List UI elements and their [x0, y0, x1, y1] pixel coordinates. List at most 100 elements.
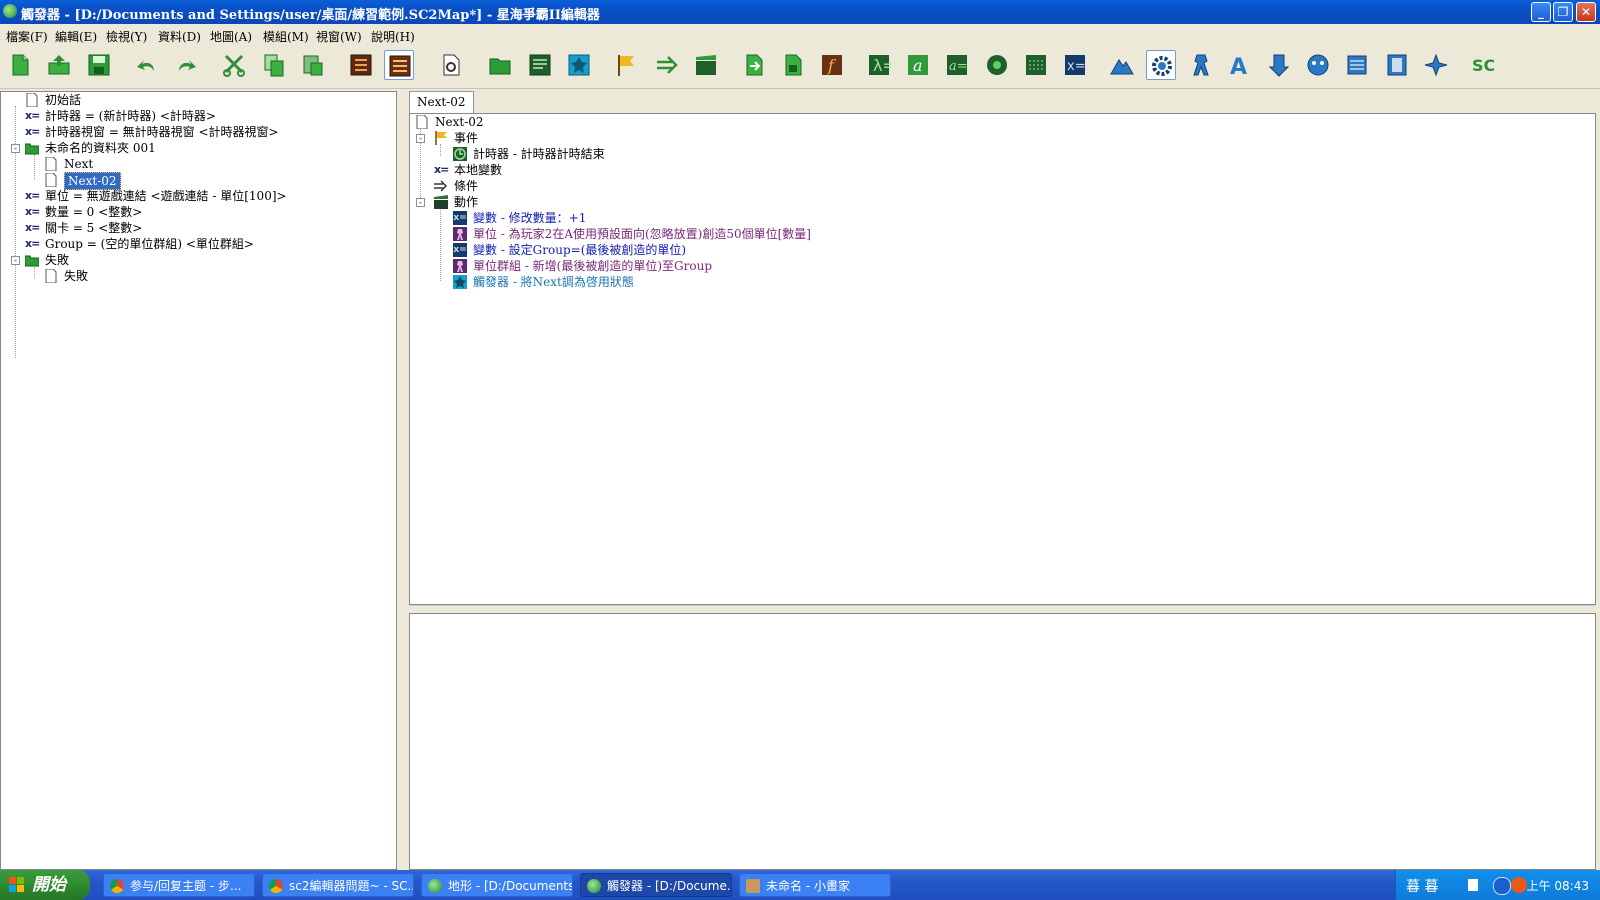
save-icon[interactable]	[84, 50, 114, 80]
tree-guide	[440, 144, 441, 156]
svg-text:a: a	[913, 56, 923, 75]
clapper-icon	[434, 195, 448, 209]
actions-label: 動作	[454, 195, 479, 209]
tree-item-label: 失敗	[64, 269, 89, 283]
variable-assign-icon[interactable]: a=	[942, 50, 972, 80]
menu-view[interactable]: 檢視(Y)	[106, 28, 147, 45]
record-icon[interactable]	[982, 50, 1012, 80]
clock: 上午 08:43	[1526, 879, 1589, 893]
copy-icon[interactable]	[259, 50, 289, 80]
variable-icon: x=	[25, 109, 40, 122]
collapse-toggle[interactable]: -	[11, 256, 20, 266]
x-equals-icon[interactable]: x=	[1060, 50, 1090, 80]
paste-icon[interactable]	[298, 50, 328, 80]
minimize-button[interactable]: _	[1531, 2, 1551, 22]
collapse-toggle[interactable]: -	[416, 198, 425, 208]
variable-icon: x=	[25, 205, 40, 218]
variable-icon: x=	[434, 163, 449, 176]
event-flag-icon[interactable]	[612, 50, 642, 80]
movie-icon[interactable]	[1382, 50, 1412, 80]
script-icon[interactable]	[525, 50, 555, 80]
taskbar-item[interactable]: 参与/回复主题 - 步...	[103, 873, 255, 897]
redo-icon[interactable]	[171, 50, 201, 80]
local-variables-label: 本地變數	[454, 163, 503, 177]
document-icon	[45, 173, 57, 187]
condition-arrow-icon[interactable]	[652, 50, 682, 80]
events-label: 事件	[454, 131, 479, 145]
variable-a-icon[interactable]: a	[903, 50, 933, 80]
flyer-icon[interactable]	[1421, 50, 1451, 80]
document-icon	[26, 93, 38, 107]
unit-icon[interactable]	[1186, 50, 1216, 80]
action-file-icon[interactable]	[778, 50, 808, 80]
action-text: 單位群組 - 新增(最後被創造的單位)至Group	[473, 259, 713, 273]
sc-icon[interactable]: SC	[1467, 50, 1497, 80]
collapse-toggle[interactable]: -	[11, 144, 20, 154]
vertical-splitter[interactable]	[397, 91, 403, 870]
cinematic-icon[interactable]	[691, 50, 721, 80]
variable-icon: x=	[25, 237, 40, 250]
close-button[interactable]: ✕	[1576, 2, 1596, 22]
undo-icon[interactable]	[132, 50, 162, 80]
lambda-icon[interactable]: λ=	[864, 50, 894, 80]
tree-item-label: 單位 = 無遊戲連結 <遊戲連結 - 單位[100]>	[45, 189, 287, 203]
show-hidden-icons-icon[interactable]	[1493, 877, 1511, 895]
timer-icon	[453, 147, 467, 161]
action-text: 單位 - 為玩家2在A使用預設面向(忽略放置)創造50個單位[數量]	[473, 227, 811, 241]
taskbar-item[interactable]: 地形 - [D:/Documents ...	[421, 873, 573, 897]
action-arrow-icon[interactable]	[739, 50, 769, 80]
open-icon[interactable]	[44, 50, 74, 80]
svg-text:x=: x=	[1067, 59, 1086, 74]
menu-edit[interactable]: 編輯(E)	[55, 28, 97, 45]
title-bar: 觸發器 - [D:/Documents and Settings/user/桌面…	[0, 0, 1600, 24]
taskbar-item-active[interactable]: 觸發器 - [D:/Docume...	[580, 873, 732, 897]
menu-help[interactable]: 說明(H)	[371, 28, 415, 45]
data-icon[interactable]	[1342, 50, 1372, 80]
menu-file[interactable]: 檔案(F)	[6, 28, 48, 45]
collapse-toggle[interactable]: -	[416, 134, 425, 144]
trigger-name: Next-02	[435, 115, 484, 129]
taskbar-item[interactable]: sc2編輯器問題~ - SC...	[262, 873, 414, 897]
restore-button[interactable]: ❐	[1553, 2, 1573, 22]
start-label: 開始	[32, 875, 66, 894]
ime-indicator[interactable]: 暮 暮	[1406, 876, 1438, 896]
ai-icon[interactable]	[1303, 50, 1333, 80]
sc2-editor-icon	[587, 879, 601, 893]
tab-bar: Next-02	[404, 91, 1600, 113]
x-equals-icon: x=	[453, 243, 467, 257]
folder-icon[interactable]	[485, 50, 515, 80]
tray-icon[interactable]	[1468, 879, 1478, 891]
trigger-icon	[453, 275, 467, 289]
menu-window[interactable]: 視窗(W)	[316, 28, 362, 45]
menu-module[interactable]: 模組(M)	[263, 28, 309, 45]
taskbar-item-label: 未命名 - 小畫家	[766, 879, 850, 893]
new-trigger-icon[interactable]	[436, 50, 466, 80]
start-button[interactable]: 開始	[0, 870, 90, 900]
action-text: 變數 - 修改數量：+1	[473, 211, 587, 225]
folder-icon	[25, 255, 39, 267]
chrome-icon	[110, 879, 124, 893]
trigger-editor-icon[interactable]	[384, 50, 414, 80]
trigger-list-icon[interactable]	[346, 50, 376, 80]
event-flag-icon	[435, 131, 447, 145]
taskbar-item-label: 地形 - [D:/Documents ...	[448, 879, 573, 893]
preset-icon[interactable]	[564, 50, 594, 80]
taskbar-item-label: 觸發器 - [D:/Docume...	[607, 879, 732, 893]
import-icon[interactable]	[1264, 50, 1294, 80]
tray-app-icon[interactable]	[1511, 877, 1527, 893]
chrome-icon	[269, 879, 283, 893]
tab-next-02[interactable]: Next-02	[409, 91, 474, 113]
new-icon[interactable]	[5, 50, 35, 80]
cut-icon[interactable]	[219, 50, 249, 80]
text-icon[interactable]: A	[1225, 50, 1255, 80]
menu-data[interactable]: 資料(D)	[158, 28, 201, 45]
menu-map[interactable]: 地圖(A)	[210, 28, 252, 45]
document-icon	[45, 157, 57, 171]
tree-guide	[440, 207, 441, 281]
binary-icon[interactable]	[1021, 50, 1051, 80]
terrain-icon[interactable]	[1107, 50, 1137, 80]
function-icon[interactable]: f	[817, 50, 847, 80]
taskbar-item[interactable]: 未命名 - 小畫家	[739, 873, 891, 897]
trigger-gear-icon[interactable]	[1146, 50, 1176, 80]
tree-item-label: 數量 = 0 <整數>	[45, 205, 143, 219]
